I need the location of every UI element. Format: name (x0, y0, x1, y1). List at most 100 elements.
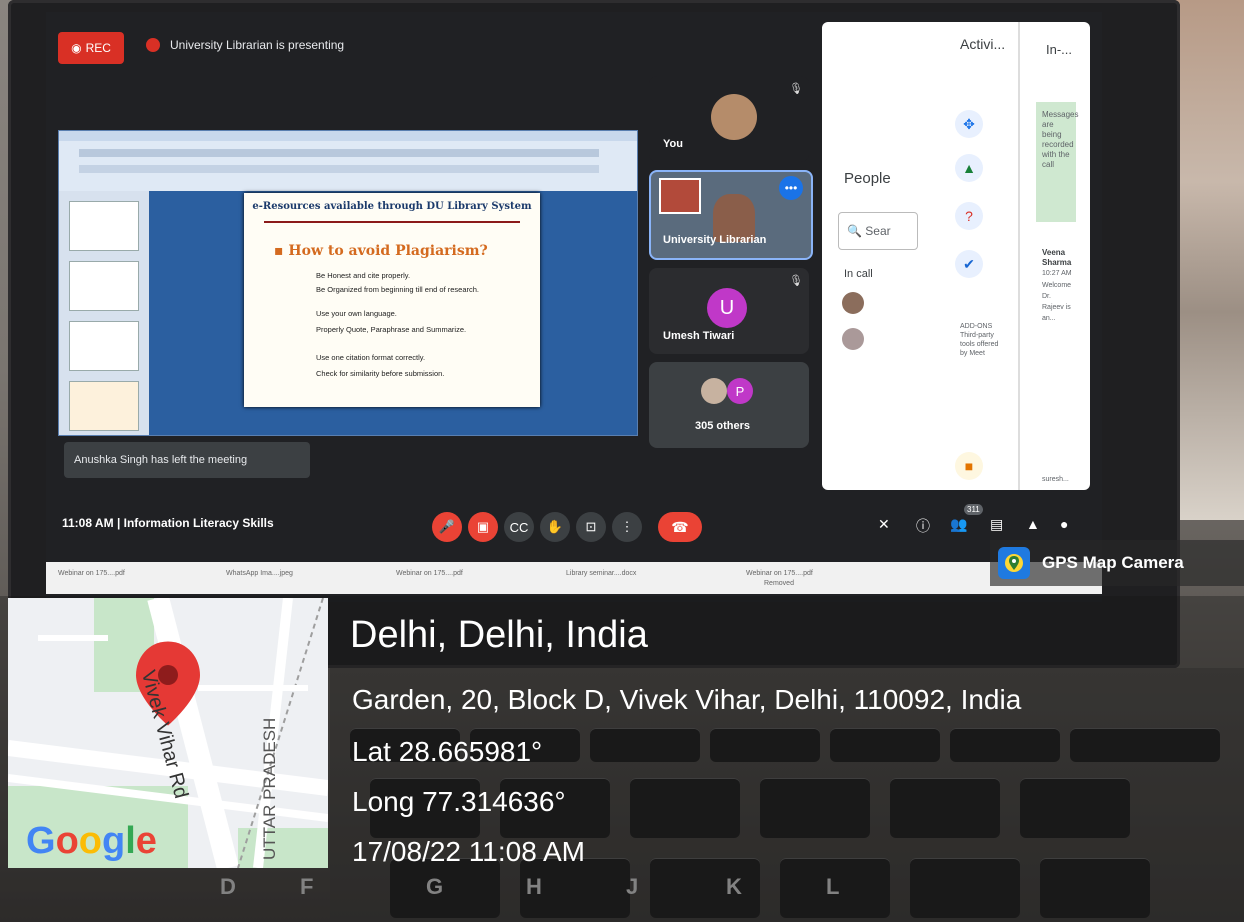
tile-you[interactable]: You 🎙 (649, 76, 809, 162)
more-options-button[interactable]: ⋮ (612, 512, 642, 542)
presenting-banner: University Librarian is presenting (146, 38, 344, 52)
location-latitude: Lat 28.665981° (352, 736, 543, 767)
tile-label: University Librarian (663, 234, 767, 246)
avatar: U (707, 288, 747, 328)
tile-label: You (663, 138, 683, 150)
chat-button[interactable]: ▤ (990, 516, 1003, 533)
google-logo: Google (26, 820, 157, 862)
slide-thumbnail[interactable] (69, 261, 139, 311)
download-item[interactable]: Webinar on 175....pdf (396, 570, 463, 577)
raise-hand-button[interactable]: ✋ (540, 512, 570, 542)
qa-icon[interactable]: ? (955, 202, 983, 230)
tile-others[interactable]: P 305 others (649, 362, 809, 448)
avatar (659, 178, 701, 214)
camera-pin-icon-svg (1005, 554, 1023, 572)
polls-icon[interactable]: ✔ (955, 250, 983, 278)
meeting-time: 11:08 AM (62, 516, 114, 530)
download-item[interactable]: Webinar on 175....pdf (746, 570, 813, 577)
location-city: Delhi, Delhi, India (350, 614, 648, 656)
slide-bullet: Use your own language. (316, 309, 397, 318)
tile-label: 305 others (695, 420, 751, 432)
avatar (711, 94, 757, 140)
chat-notice: Messages are being recorded with the cal… (1042, 110, 1079, 169)
shared-screen: e-Resources available through DU Library… (58, 130, 638, 436)
chat-message: Welcome Dr. Rajeev is an... (1042, 282, 1072, 322)
download-item-sub: Removed (764, 580, 794, 587)
location-map: Vivek Vihar Rd UTTAR PRADESH Google (8, 598, 328, 868)
slide-divider (264, 221, 520, 223)
location-longitude: Long 77.314636° (352, 786, 566, 817)
people-label: People (844, 170, 891, 187)
participant-avatar (842, 328, 864, 350)
breakout-icon[interactable]: ▲ (955, 154, 983, 182)
slide-bullet: Be Organized from beginning till end of … (316, 285, 480, 294)
camera-off-button[interactable]: ▣ (468, 512, 498, 542)
slide-bullet: Be Honest and cite properly. (316, 271, 411, 280)
current-slide: e-Resources available through DU Library… (244, 193, 540, 407)
slide-thumbnail[interactable] (69, 321, 139, 371)
side-panel: Activi... In-... People 🔍 Sear In call ✥… (822, 22, 1090, 490)
participant-avatar (842, 292, 864, 314)
location-datetime: 17/08/22 11:08 AM (352, 836, 585, 867)
presenting-text: University Librarian is presenting (170, 38, 345, 52)
people-button[interactable]: 👥 (950, 516, 967, 533)
slide-bullet: Use one citation format correctly. (316, 353, 426, 362)
map-region-label: UTTAR PRADESH (260, 717, 279, 860)
download-item[interactable]: WhatsApp Ima....jpeg (226, 570, 293, 577)
record-icon: ◉ (71, 41, 82, 55)
lock-icon[interactable]: ● (1060, 516, 1068, 532)
slide-thumbnail[interactable] (69, 381, 139, 431)
addons-text: ADD-ONS Third-party tools offered by Mee… (960, 323, 999, 357)
slide-thumbnail[interactable] (69, 201, 139, 251)
meeting-name: Information Literacy Skills (123, 516, 274, 530)
addon-icon[interactable]: ■ (955, 452, 983, 480)
end-call-button[interactable]: ☎ (658, 512, 702, 542)
more-options-icon[interactable]: ••• (779, 176, 803, 200)
meeting-separator: | (116, 516, 121, 530)
mute-icon[interactable]: ✕ (878, 516, 890, 533)
chat-footer: suresh... (1042, 476, 1069, 483)
captions-button[interactable]: CC (504, 512, 534, 542)
download-item[interactable]: Webinar on 175....pdf (58, 570, 125, 577)
camera-pin-icon (998, 547, 1030, 579)
chat-username: Veena Sharma (1042, 248, 1072, 267)
slide-bullet: Properly Quote, Paraphrase and Summarize… (316, 325, 467, 334)
search-icon: 🔍 (847, 224, 866, 238)
ppt-ribbon (59, 131, 637, 191)
people-search-input[interactable]: 🔍 Sear (838, 212, 918, 250)
tile-umesh-tiwari[interactable]: U Umesh Tiwari 🎙 (649, 268, 809, 354)
in-call-label: In call (844, 268, 873, 280)
participant-count-badge: 311 (964, 504, 983, 515)
panel-divider (1018, 22, 1020, 490)
gps-app-label: GPS Map Camera (1042, 553, 1184, 572)
slide-heading: ▪ How to avoid Plagiarism? (274, 243, 488, 259)
gps-app-badge: GPS Map Camera (990, 540, 1244, 586)
background-wall (1170, 0, 1244, 520)
presenting-dot-icon (146, 38, 160, 52)
chat-title: In-... (1046, 42, 1073, 57)
info-icon[interactable]: ⓘ (916, 516, 930, 536)
search-placeholder: Sear (865, 224, 891, 238)
mic-off-icon: 🎙 (789, 275, 803, 287)
whiteboard-icon[interactable]: ✥ (955, 110, 983, 138)
chat-time: 10:27 AM (1042, 270, 1072, 277)
avatar: P (727, 378, 753, 404)
slide-bullet: Check for similarity before submission. (316, 369, 445, 378)
slide-title: e-Resources available through DU Library… (252, 201, 532, 212)
tile-university-librarian[interactable]: ••• University Librarian (649, 170, 813, 260)
meeting-info: 11:08 AM | Information Literacy Skills (62, 516, 274, 530)
notification-toast: Anushka Singh has left the meeting (64, 442, 310, 478)
download-item[interactable]: Library seminar....docx (566, 570, 636, 577)
rec-badge[interactable]: ◉ REC (58, 32, 124, 64)
activities-button[interactable]: ▲ (1026, 516, 1040, 532)
present-button[interactable]: ⊡ (576, 512, 606, 542)
meet-screen: ◉ REC University Librarian is presenting… (46, 12, 1102, 602)
avatar (701, 378, 727, 404)
slide-thumbnail-panel (59, 191, 149, 435)
mic-off-icon: 🎙 (789, 83, 803, 95)
tile-label: Umesh Tiwari (663, 330, 735, 342)
mic-off-button[interactable]: 🎤 (432, 512, 462, 542)
location-address: Garden, 20, Block D, Vivek Vihar, Delhi,… (352, 684, 1022, 715)
rec-label: REC (85, 41, 111, 55)
activities-title: Activi... (960, 36, 1006, 52)
